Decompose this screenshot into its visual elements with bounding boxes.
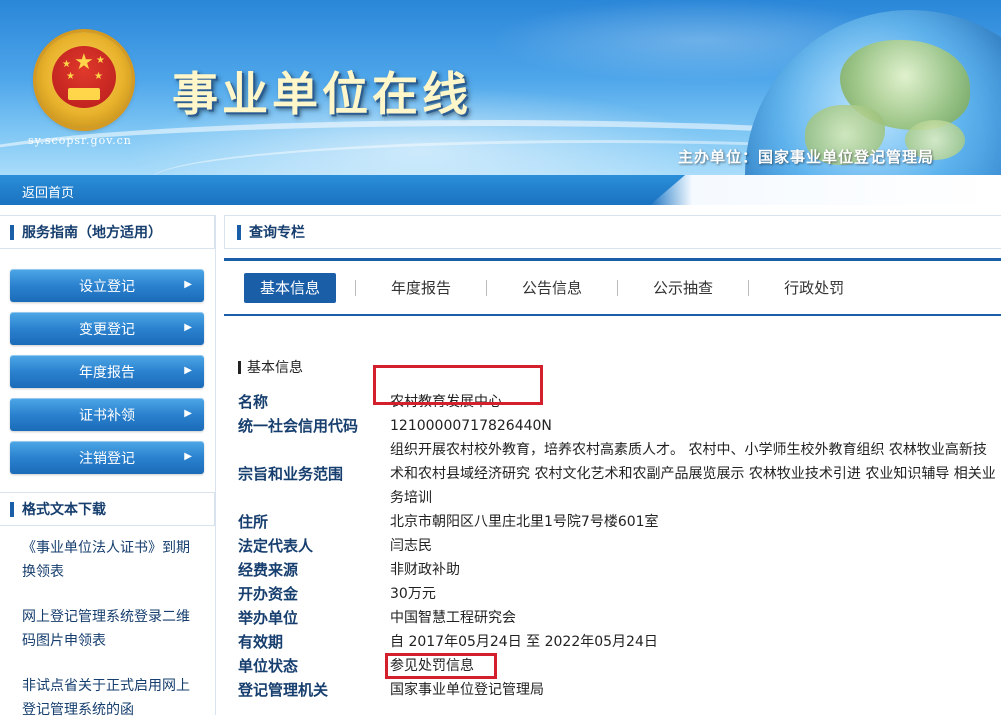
field-value: 自 2017年05月24日 至 2022年05月24日 — [390, 634, 658, 650]
site-url: sy.scopsr.gov.cn — [28, 134, 132, 147]
arrow-right-icon: ▶ — [184, 451, 192, 462]
field-label: 经费来源 — [238, 561, 299, 579]
download-title: 格式文本下载 — [22, 502, 106, 518]
sidebar: 服务指南（地方适用） 设立登记 ▶ 变更登记 ▶ 年度报告 ▶ 证书补领 ▶ 注… — [0, 215, 216, 718]
field-row-scope: 宗旨和业务范围 组织开展农村校外教育，培养农村高素质人才。 农村中、小学师生校外… — [238, 438, 998, 510]
field-row-credit-code: 统一社会信用代码 12100000717826440N — [238, 414, 998, 438]
doc-link[interactable]: 网上登记管理系统登录二维码图片申领表 — [22, 605, 197, 653]
section-title: 基本信息 — [238, 357, 998, 377]
basic-info-section: 基本信息 名称 农村教育发展中心 统一社会信用代码 12100000717826… — [238, 357, 998, 702]
doc-link[interactable]: 《事业单位法人证书》到期换领表 — [22, 536, 197, 584]
menu-button-change[interactable]: 变更登记 ▶ — [10, 312, 204, 345]
field-value: 北京市朝阳区八里庄北里1号院7号楼601室 — [390, 514, 659, 530]
nav-bar: 返回首页 — [0, 175, 1001, 205]
field-value: 农村教育发展中心 — [373, 365, 996, 414]
site-title: 事业单位在线 — [172, 67, 472, 121]
tab-bar: 基本信息 年度报告 公告信息 公示抽查 行政处罚 — [224, 258, 1001, 316]
tab-basic-info[interactable]: 基本信息 — [244, 273, 337, 303]
field-label: 住所 — [238, 513, 269, 531]
field-value: 闫志民 — [390, 538, 432, 554]
header-banner: ★ ★ ★ ★ ★ 事业单位在线 sy.scopsr.gov.cn 主办单位：国… — [0, 0, 1001, 175]
field-label: 名称 — [238, 393, 269, 411]
arrow-right-icon: ▶ — [184, 365, 192, 376]
field-value: 中国智慧工程研究会 — [390, 610, 516, 626]
field-value: 国家事业单位登记管理局 — [390, 682, 544, 698]
menu-button-annual-report[interactable]: 年度报告 ▶ — [10, 355, 204, 388]
field-label: 单位状态 — [238, 657, 299, 675]
organizer-text: 主办单位：国家事业单位登记管理局 — [678, 148, 935, 166]
home-link[interactable]: 返回首页 — [22, 182, 74, 201]
field-row-funding-source: 经费来源 非财政补助 — [238, 558, 998, 582]
field-value: 组织开展农村校外教育，培养农村高素质人才。 农村中、小学师生校外教育组织 农林牧… — [390, 442, 996, 506]
field-value: 参见处罚信息 — [385, 653, 996, 679]
field-row-sponsor: 举办单位 中国智慧工程研究会 — [238, 606, 998, 630]
column-header: 查询专栏 — [224, 215, 1001, 249]
download-header: 格式文本下载 — [0, 492, 215, 526]
field-row-legal-rep: 法定代表人 闫志民 — [238, 534, 998, 558]
field-value: 30万元 — [390, 586, 436, 602]
field-label: 宗旨和业务范围 — [238, 465, 344, 483]
field-value: 非财政补助 — [390, 562, 460, 578]
guide-header: 服务指南（地方适用） — [0, 215, 215, 249]
menu-button-certificate-reissue[interactable]: 证书补领 ▶ — [10, 398, 204, 431]
field-label: 登记管理机关 — [238, 681, 329, 699]
field-row-status: 单位状态 参见处罚信息 — [238, 653, 998, 679]
field-row-name: 名称 农村教育发展中心 — [238, 365, 998, 414]
tab-spot-check[interactable]: 公示抽查 — [637, 273, 729, 303]
menu-button-establish[interactable]: 设立登记 ▶ — [10, 269, 204, 302]
field-label: 举办单位 — [238, 609, 299, 627]
main-content: 查询专栏 基本信息 年度报告 公告信息 公示抽查 行政处罚 基本信息 名称 农村… — [224, 215, 1001, 715]
tab-annual-report[interactable]: 年度报告 — [375, 273, 467, 303]
tab-penalties[interactable]: 行政处罚 — [768, 273, 860, 303]
field-label: 统一社会信用代码 — [238, 417, 359, 435]
column-title: 查询专栏 — [249, 225, 305, 241]
field-value: 12100000717826440N — [390, 418, 552, 434]
national-emblem-icon: ★ ★ ★ ★ ★ — [36, 32, 132, 128]
guide-title: 服务指南（地方适用） — [22, 225, 162, 241]
field-row-authority: 登记管理机关 国家事业单位登记管理局 — [238, 678, 998, 702]
field-row-validity: 有效期 自 2017年05月24日 至 2022年05月24日 — [238, 630, 998, 654]
field-row-address: 住所 北京市朝阳区八里庄北里1号院7号楼601室 — [238, 510, 998, 534]
arrow-right-icon: ▶ — [184, 322, 192, 333]
menu-button-deregistration[interactable]: 注销登记 ▶ — [10, 441, 204, 474]
arrow-right-icon: ▶ — [184, 408, 192, 419]
field-row-capital: 开办资金 30万元 — [238, 582, 998, 606]
field-label: 法定代表人 — [238, 537, 314, 555]
download-list: 《事业单位法人证书》到期换领表 网上登记管理系统登录二维码图片申领表 非试点省关… — [0, 526, 215, 722]
tab-announcements[interactable]: 公告信息 — [506, 273, 598, 303]
arrow-right-icon: ▶ — [184, 279, 192, 290]
field-label: 开办资金 — [238, 585, 299, 603]
guide-menu: 设立登记 ▶ 变更登记 ▶ 年度报告 ▶ 证书补领 ▶ 注销登记 ▶ — [0, 249, 215, 474]
field-label: 有效期 — [238, 633, 284, 651]
